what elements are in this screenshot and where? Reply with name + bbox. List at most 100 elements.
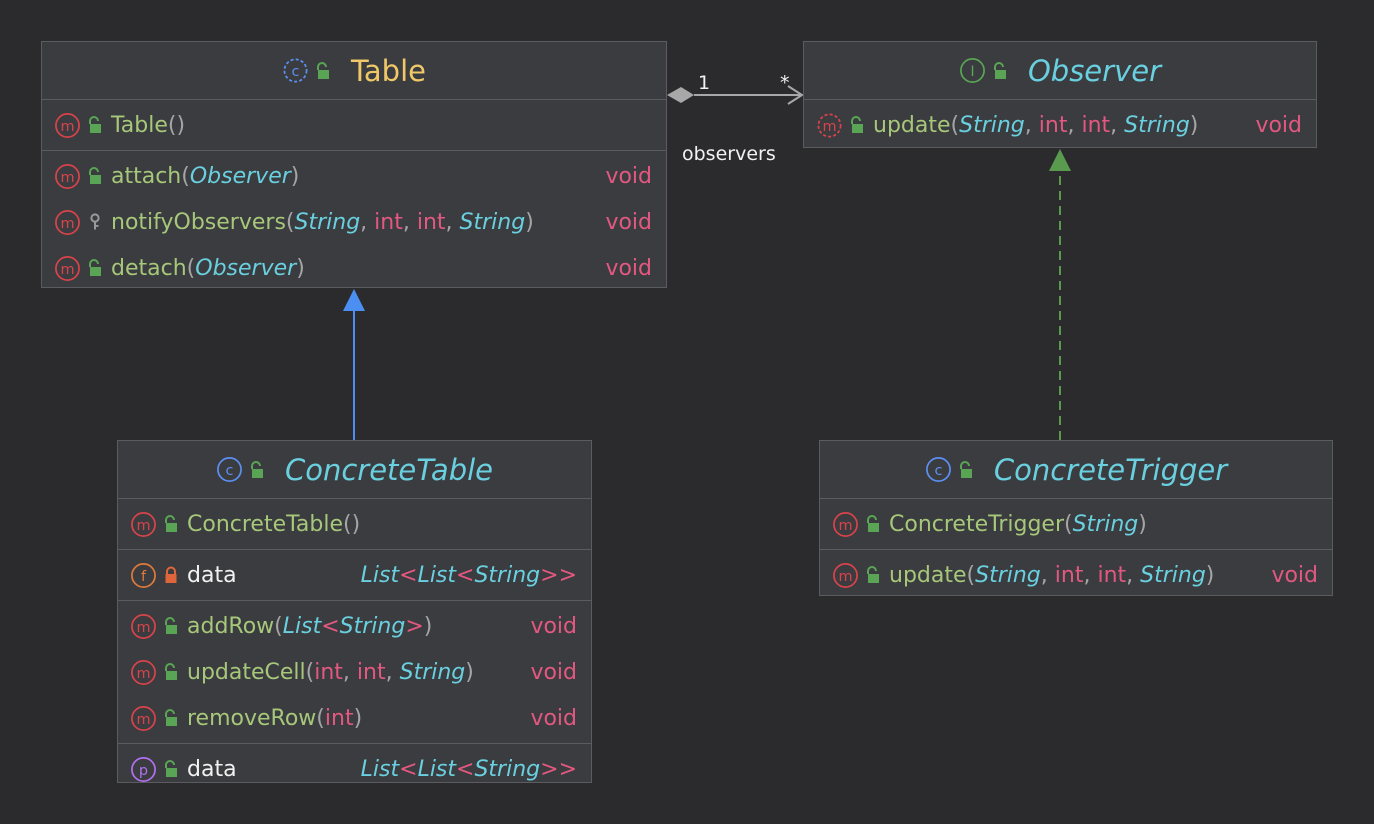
field-name: data: [187, 562, 237, 588]
target-multiplicity: *: [780, 72, 790, 94]
open-paren: (: [316, 705, 325, 731]
constructor-params: (String): [1064, 512, 1147, 537]
private-lock-icon: [163, 566, 179, 584]
param-type: String: [294, 209, 361, 235]
comma: ,: [402, 209, 417, 235]
constructor-name: ConcreteTrigger: [889, 511, 1064, 537]
method-icon: m: [130, 705, 157, 732]
class-concrete-table[interactable]: c ConcreteTable m ConcreteTable() f data…: [117, 440, 592, 783]
class-name: Table: [351, 53, 426, 88]
property-row[interactable]: p data List<List<String>>: [118, 746, 591, 792]
method-row[interactable]: m removeRow (int) void: [118, 695, 591, 741]
constructor-row[interactable]: m ConcreteTable(): [118, 501, 591, 547]
param-type: Observer: [195, 255, 297, 281]
properties-section: p data List<List<String>>: [118, 744, 591, 794]
param-type: String: [459, 209, 526, 235]
method-icon: m: [832, 511, 859, 538]
public-icon: [163, 760, 179, 778]
generic-bracket: >: [540, 562, 559, 588]
public-icon: [163, 709, 179, 727]
param-type: int: [1097, 562, 1127, 588]
method-icon: m: [130, 511, 157, 538]
comma: ,: [342, 659, 357, 685]
public-icon: [849, 116, 865, 134]
method-row[interactable]: m detach (Observer) void: [42, 245, 666, 291]
method-params: (List<String>): [274, 614, 432, 639]
public-icon: [87, 167, 103, 185]
public-icon: [992, 61, 1008, 80]
generic-bracket: >: [558, 756, 577, 782]
public-icon: [87, 116, 103, 134]
package-visibility-icon: [87, 213, 103, 231]
close-paren: ): [290, 163, 300, 189]
public-icon: [249, 460, 265, 479]
comma: ,: [1083, 562, 1098, 588]
param-type: String: [1140, 562, 1206, 588]
return-type: void: [605, 163, 652, 189]
close-paren: ): [525, 209, 534, 235]
class-header: I Observer: [804, 42, 1316, 100]
public-icon: [315, 61, 331, 80]
class-concrete-trigger[interactable]: c ConcreteTrigger m ConcreteTrigger (Stri…: [819, 440, 1333, 596]
class-icon: c: [282, 57, 309, 84]
method-name: updateCell: [187, 659, 306, 685]
close-paren: ): [1205, 562, 1215, 588]
comma: ,: [445, 209, 460, 235]
field-icon: f: [130, 562, 157, 589]
method-row[interactable]: m update (String, int, int, String) void: [820, 552, 1332, 598]
method-params: (Observer): [181, 164, 299, 189]
class-header: c ConcreteTrigger: [820, 441, 1332, 499]
svg-text:m: m: [136, 619, 150, 635]
svg-text:m: m: [136, 711, 150, 727]
comma: ,: [1110, 112, 1125, 138]
realization-arrowhead: [1049, 149, 1071, 171]
method-params: (Observer): [187, 256, 305, 281]
method-params: (String, int, int, String): [286, 210, 534, 235]
svg-text:m: m: [822, 118, 836, 134]
generic-bracket: <: [399, 562, 418, 588]
generic-bracket: <: [321, 613, 340, 639]
comma: ,: [1067, 112, 1082, 138]
method-row[interactable]: m notifyObservers (String, int, int, Strin…: [42, 199, 666, 245]
open-paren: (: [1064, 511, 1073, 537]
method-name: removeRow: [187, 705, 317, 731]
constructor-row[interactable]: m ConcreteTrigger (String): [820, 501, 1332, 547]
method-params: (String, int, int, String): [967, 563, 1215, 588]
open-paren: (: [285, 209, 295, 235]
class-table[interactable]: c Table m Table() m attach (Observer) void …: [41, 41, 667, 288]
interface-observer[interactable]: I Observer m update (String, int, int, Str…: [803, 41, 1317, 148]
param-type: String: [975, 562, 1041, 588]
class-header: c ConcreteTable: [118, 441, 591, 499]
return-type: void: [530, 613, 577, 639]
public-icon: [163, 663, 179, 681]
field-row[interactable]: f data List<List<String>>: [118, 552, 591, 598]
public-icon: [87, 259, 103, 277]
method-row[interactable]: m attach (Observer) void: [42, 153, 666, 199]
type-name: List: [417, 756, 457, 782]
svg-text:m: m: [60, 261, 74, 277]
method-icon: m: [54, 112, 81, 139]
method-name: update: [889, 562, 967, 588]
param-type: int: [374, 209, 403, 235]
comma: ,: [1024, 112, 1039, 138]
constructor-name: ConcreteTable: [187, 511, 344, 537]
type-name: String: [339, 613, 406, 639]
comma: ,: [1126, 562, 1141, 588]
method-row[interactable]: m update (String, int, int, String) void: [804, 102, 1316, 148]
param-type: String: [959, 112, 1025, 138]
close-paren: ): [1189, 112, 1199, 138]
param-type: String: [1124, 112, 1190, 138]
method-row[interactable]: m addRow (List<String>) void: [118, 603, 591, 649]
param-type: int: [314, 659, 343, 685]
class-header: c Table: [42, 42, 666, 100]
method-row[interactable]: m updateCell (int, int, String) void: [118, 649, 591, 695]
interface-icon: I: [959, 57, 986, 84]
source-multiplicity: 1: [698, 72, 711, 94]
method-icon: m: [54, 209, 81, 236]
constructor-row[interactable]: m Table(): [42, 102, 666, 148]
generic-bracket: >: [405, 613, 424, 639]
open-paren: (: [181, 163, 190, 189]
methods-section: m update (String, int, int, String) void: [804, 100, 1316, 150]
type-name: List: [417, 562, 457, 588]
param-type: int: [1054, 562, 1084, 588]
